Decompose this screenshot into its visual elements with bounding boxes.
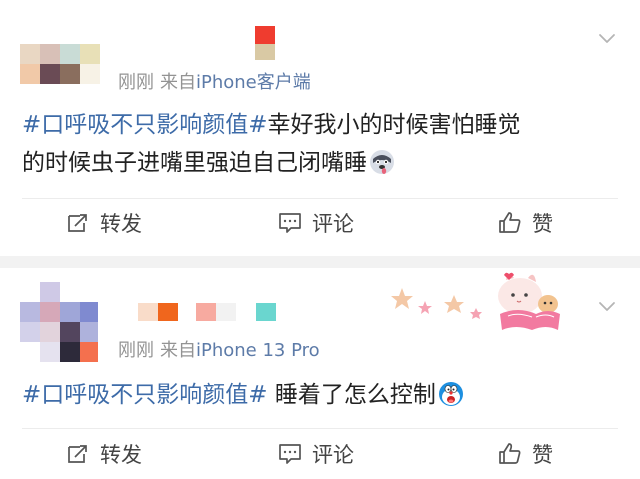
chevron-down-icon[interactable]: [598, 30, 616, 48]
like-label: 赞: [532, 212, 553, 236]
source-prefix: 来自: [160, 340, 196, 361]
post-content: #口呼吸不只影响颜值# 睡着了怎么控制: [22, 376, 622, 414]
divider: [22, 198, 618, 199]
post-time: 刚刚: [118, 340, 154, 361]
post-text-line-1: 幸好我小的时候害怕睡觉: [267, 112, 521, 138]
topic-link[interactable]: #口呼吸不只影响颜值#: [22, 112, 268, 138]
post-card-2: 刚刚 来自iPhone 13 Pro #口呼吸不只影响颜值# 睡着了怎么控制 转发…: [0, 268, 640, 479]
repost-label: 转发: [100, 443, 142, 467]
post-card-1: 刚刚 来自iPhone客户端 #口呼吸不只影响颜值#幸好我小的时候害怕睡觉 的时候…: [0, 0, 640, 256]
username-censored[interactable]: [138, 303, 278, 321]
post-meta: 刚刚 来自iPhone 13 Pro: [118, 336, 326, 362]
post-text-line-2: 的时候虫子进嘴里强迫自己闭嘴睡: [22, 150, 367, 176]
comment-label: 评论: [312, 212, 354, 236]
like-button[interactable]: 赞: [498, 434, 553, 474]
comment-button[interactable]: 评论: [278, 203, 354, 243]
repost-icon: [68, 214, 87, 232]
divider: [22, 428, 618, 429]
post-source[interactable]: iPhone客户端: [196, 72, 311, 93]
comment-icon: [279, 213, 301, 233]
content-line-1: #口呼吸不只影响颜值#幸好我小的时候害怕睡觉: [22, 106, 622, 144]
post-text: 睡着了怎么控制: [267, 382, 436, 408]
post-content: #口呼吸不只影响颜值#幸好我小的时候害怕睡觉 的时候虫子进嘴里强迫自己闭嘴睡: [22, 106, 622, 182]
thumbs-up-icon: [499, 443, 521, 464]
comment-label: 评论: [312, 443, 354, 467]
topic-link[interactable]: #口呼吸不只影响颜值#: [22, 382, 268, 408]
repost-label: 转发: [100, 212, 142, 236]
avatar[interactable]: [20, 282, 98, 362]
post-meta: 刚刚 来自iPhone客户端: [118, 68, 317, 94]
content-line-2: 的时候虫子进嘴里强迫自己闭嘴睡: [22, 144, 622, 182]
stars-and-bunnies-sticker: [388, 268, 568, 336]
source-prefix: 来自: [160, 72, 196, 93]
repost-button[interactable]: 转发: [66, 203, 142, 243]
repost-button[interactable]: 转发: [66, 434, 142, 474]
chevron-down-icon[interactable]: [598, 298, 616, 316]
comment-button[interactable]: 评论: [278, 434, 354, 474]
post-source[interactable]: iPhone 13 Pro: [196, 340, 320, 361]
repost-icon: [68, 445, 87, 463]
action-bar: 转发 评论 赞: [0, 203, 640, 243]
comment-icon: [279, 444, 301, 464]
like-button[interactable]: 赞: [498, 203, 553, 243]
thumbs-up-icon: [499, 212, 521, 233]
avatar[interactable]: [20, 44, 100, 98]
like-label: 赞: [532, 443, 553, 467]
post-time: 刚刚: [118, 72, 154, 93]
content-line-1: #口呼吸不只影响颜值# 睡着了怎么控制: [22, 376, 622, 414]
husky-tongue-emoji: [369, 149, 395, 175]
card-separator: [0, 256, 640, 268]
action-bar: 转发 评论 赞: [0, 434, 640, 474]
username-censored[interactable]: [255, 26, 277, 60]
doraemon-shocked-emoji: [438, 381, 464, 407]
